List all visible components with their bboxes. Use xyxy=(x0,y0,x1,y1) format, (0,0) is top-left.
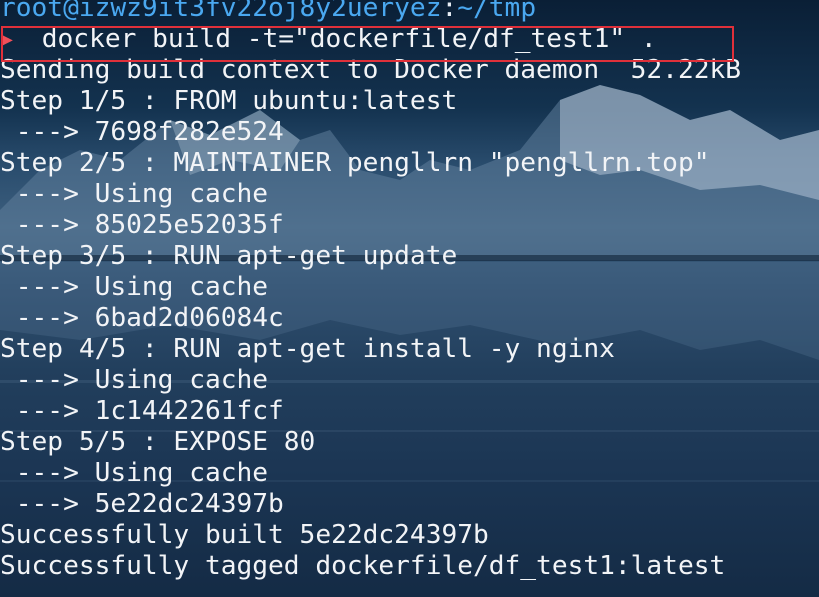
prompt-line: root@izwz9it3fv22oj8y2ueryez:~/tmp xyxy=(0,0,741,24)
command-highlight-box xyxy=(1,26,734,62)
output-line: Step 1/5 : FROM ubuntu:latest xyxy=(0,86,458,116)
output-line: ---> 1c1442261fcf xyxy=(0,396,284,426)
output-line: Successfully tagged dockerfile/df_test1:… xyxy=(0,551,726,581)
output-line: Successfully built 5e22dc24397b xyxy=(0,520,489,550)
output-line: ---> 85025e52035f xyxy=(0,210,284,240)
prompt-path: ~/tmp xyxy=(457,0,537,23)
output-line: ---> Using cache xyxy=(0,458,269,488)
output-line: ---> Using cache xyxy=(0,365,269,395)
output-line: ---> 6bad2d06084c xyxy=(0,303,284,333)
output-line: Step 4/5 : RUN apt-get install -y nginx xyxy=(0,334,615,364)
output-line: ---> 5e22dc24397b xyxy=(0,489,284,519)
output-line: Step 2/5 : MAINTAINER pengllrn "pengllrn… xyxy=(0,148,710,178)
prompt-user-host: root@izwz9it3fv22oj8y2ueryez xyxy=(0,0,442,23)
output-line: ---> Using cache xyxy=(0,272,269,302)
output-line: ---> Using cache xyxy=(0,179,269,209)
output-line: ---> 7698f282e524 xyxy=(0,117,284,147)
terminal-output: root@izwz9it3fv22oj8y2ueryez:~/tmp ▶ doc… xyxy=(0,0,741,582)
prompt-separator: : xyxy=(441,0,458,23)
output-line: Step 3/5 : RUN apt-get update xyxy=(0,241,458,271)
terminal-window[interactable]: root@izwz9it3fv22oj8y2ueryez:~/tmp ▶ doc… xyxy=(0,0,819,597)
output-line: Step 5/5 : EXPOSE 80 xyxy=(0,427,316,457)
